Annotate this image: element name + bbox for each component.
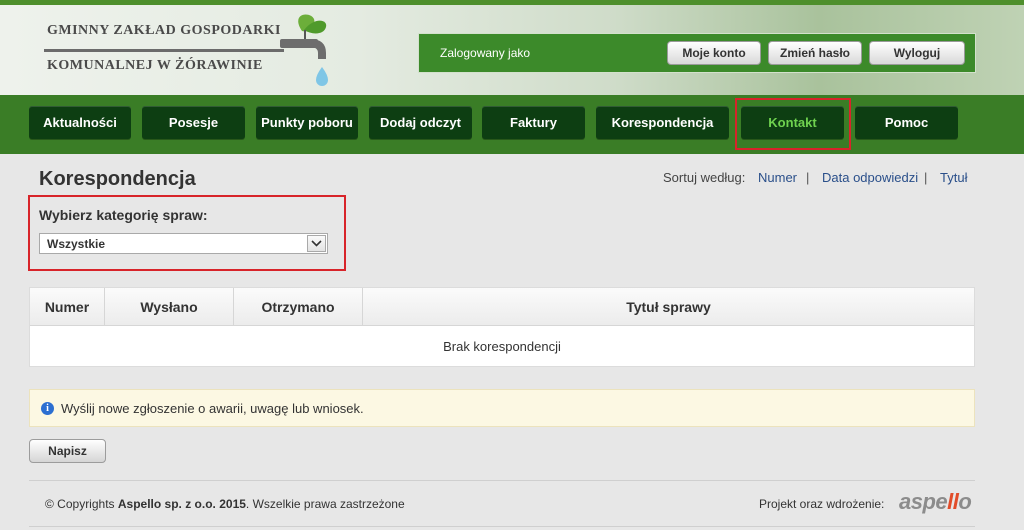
correspondence-table: Numer Wysłano Otrzymano Tytuł sprawy Bra… xyxy=(29,287,975,367)
nav-aktualnosci[interactable]: Aktualności xyxy=(29,106,131,139)
change-password-button[interactable]: Zmień hasło xyxy=(768,41,862,65)
project-label: Projekt oraz wdrożenie: xyxy=(759,497,885,511)
column-header-tytul[interactable]: Tytuł sprawy xyxy=(363,288,974,326)
nav-faktury[interactable]: Faktury xyxy=(482,106,585,139)
page-title: Korespondencja xyxy=(39,168,196,190)
nav-pomoc[interactable]: Pomoc xyxy=(855,106,958,139)
sort-separator: | xyxy=(806,170,810,185)
nav-punkty-poboru[interactable]: Punkty poboru xyxy=(256,106,358,139)
company-logo[interactable]: GMINNY ZAKŁAD GOSPODARKI KOMUNALNEJ W ŻÓ… xyxy=(44,13,334,93)
user-bar: Zalogowany jako Moje konto Zmień hasło W… xyxy=(418,33,976,73)
nav-korespondencja[interactable]: Korespondencja xyxy=(596,106,729,139)
table-empty-message: Brak korespondencji xyxy=(443,339,561,354)
sort-by-title-link[interactable]: Tytuł xyxy=(940,170,967,185)
logout-button[interactable]: Wyloguj xyxy=(869,41,965,65)
sort-by-number-link[interactable]: Numer xyxy=(758,170,797,185)
highlight-box-category xyxy=(28,195,346,271)
notice-text: Wyślij nowe zgłoszenie o awarii, uwagę l… xyxy=(61,401,364,416)
column-header-otrzymano[interactable]: Otrzymano xyxy=(234,288,363,326)
nav-dodaj-odczyt[interactable]: Dodaj odczyt xyxy=(369,106,472,139)
sort-label: Sortuj według: xyxy=(663,170,746,185)
main-navigation: Aktualności Posesje Punkty poboru Dodaj … xyxy=(0,95,1024,154)
write-button[interactable]: Napisz xyxy=(29,439,106,463)
logo-line-2: KOMUNALNEJ W ŻÓRAWINIE xyxy=(47,58,263,73)
footer-bottom-divider xyxy=(29,526,975,527)
info-notice: i Wyślij nowe zgłoszenie o awarii, uwagę… xyxy=(29,389,975,427)
logo-line-1: GMINNY ZAKŁAD GOSPODARKI xyxy=(47,23,281,38)
column-header-numer[interactable]: Numer xyxy=(30,288,105,326)
logged-in-label: Zalogowany jako xyxy=(440,46,531,60)
nav-posesje[interactable]: Posesje xyxy=(142,106,245,139)
info-icon: i xyxy=(41,402,54,415)
sort-by-response-date-link[interactable]: Data odpowiedzi xyxy=(822,170,918,185)
highlight-box-kontakt xyxy=(735,98,851,150)
sort-separator: | xyxy=(924,170,928,185)
table-header: Numer Wysłano Otrzymano Tytuł sprawy xyxy=(30,288,974,326)
header: GMINNY ZAKŁAD GOSPODARKI KOMUNALNEJ W ŻÓ… xyxy=(0,5,1024,95)
my-account-button[interactable]: Moje konto xyxy=(667,41,761,65)
aspello-logo[interactable]: aspello xyxy=(899,489,972,515)
footer-divider xyxy=(29,480,975,481)
logo-rule xyxy=(44,49,284,52)
copyright-text: © Copyrights Aspello sp. z o.o. 2015. Ws… xyxy=(45,497,405,511)
water-tap-icon xyxy=(280,14,328,86)
column-header-wyslano[interactable]: Wysłano xyxy=(105,288,234,326)
